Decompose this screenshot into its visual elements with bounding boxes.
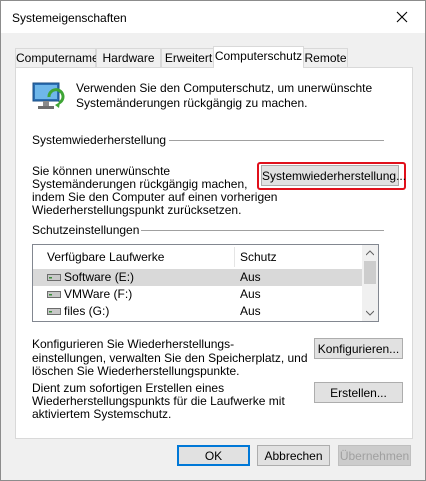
intro-line-1: Verwenden Sie den Computerschutz, um une… — [76, 81, 373, 95]
configure-text-3: löschen Sie Wiederherstellungspunkte. — [32, 364, 240, 378]
cancel-button[interactable]: Abbrechen — [257, 445, 330, 466]
scroll-thumb[interactable] — [364, 261, 376, 284]
tab-label: Remote — [304, 51, 347, 65]
tab-label: Hardware — [102, 51, 155, 65]
column-header-protection[interactable]: Schutz — [240, 245, 277, 269]
column-header-drives[interactable]: Verfügbare Laufwerke — [47, 245, 164, 269]
table-row[interactable]: VMWare (F:) Aus — [33, 286, 363, 303]
drives-list[interactable]: Verfügbare Laufwerke Schutz Software (E:… — [32, 244, 379, 322]
close-button[interactable] — [379, 1, 425, 33]
protection-divider — [141, 230, 384, 231]
tab-computername[interactable]: Computername — [15, 48, 99, 67]
table-row[interactable]: Software (E:) Aus — [33, 269, 363, 286]
restore-divider — [169, 140, 384, 141]
ok-button[interactable]: OK — [177, 445, 250, 466]
drive-name: VMWare (F:) — [64, 287, 133, 301]
tab-computerschutz[interactable]: Computerschutz — [213, 46, 304, 68]
create-button[interactable]: Erstellen... — [314, 382, 403, 403]
apply-button[interactable]: Übernehmen — [338, 445, 411, 466]
window-title: Systemeigenschaften — [12, 11, 127, 25]
restore-text-3: indem Sie den Computer auf einen vorheri… — [32, 190, 278, 204]
title-bar: Systemeigenschaften — [1, 1, 425, 33]
close-icon — [396, 11, 408, 23]
drive-icon — [47, 291, 61, 298]
configure-button[interactable]: Konfigurieren... — [314, 338, 403, 359]
table-row[interactable]: files (G:) Aus — [33, 303, 363, 320]
scroll-down-icon[interactable] — [366, 310, 374, 316]
tab-hardware[interactable]: Hardware — [96, 48, 161, 67]
scroll-up-icon[interactable] — [366, 250, 374, 256]
configure-text-2: einstellungen, verwalten Sie den Speiche… — [32, 351, 308, 365]
configure-text-1: Konfigurieren Sie Wiederherstellungs- — [32, 337, 235, 351]
drive-protection-status: Aus — [240, 270, 261, 284]
drive-icon — [47, 274, 61, 281]
system-protection-icon — [32, 82, 65, 109]
column-separator — [234, 247, 235, 267]
create-text-3: aktiviertem Systemschutz. — [32, 407, 172, 421]
protection-heading: Schutzeinstellungen — [32, 223, 140, 237]
tab-label: Computername — [16, 51, 99, 65]
create-text-1: Dient zum sofortigen Erstellen eines — [32, 381, 225, 395]
restore-text-4: Wiederherstellungspunkt zurücksetzen. — [32, 203, 242, 217]
restore-text-1: Sie können unerwünschte — [32, 164, 171, 178]
drive-name: Software (E:) — [64, 270, 135, 284]
tab-remote[interactable]: Remote — [303, 48, 348, 67]
tab-erweitert[interactable]: Erweitert — [161, 48, 216, 67]
tab-label: Erweitert — [164, 51, 213, 65]
system-restore-button[interactable]: Systemwiederherstellung... — [261, 165, 406, 186]
restore-text-2: Systemänderungen rückgängig machen, — [32, 177, 248, 191]
system-properties-window: Systemeigenschaften Computername Hardwar… — [0, 0, 426, 481]
drive-name: files (G:) — [64, 304, 110, 318]
vertical-scrollbar[interactable] — [362, 245, 378, 321]
intro-line-2: Systemänderungen rückgängig zu machen. — [76, 96, 308, 110]
drive-protection-status: Aus — [240, 287, 261, 301]
drive-icon — [47, 308, 61, 315]
tab-label: Computerschutz — [214, 49, 303, 63]
restore-heading: Systemwiederherstellung — [32, 133, 167, 147]
drive-protection-status: Aus — [240, 304, 261, 318]
create-text-2: Wiederherstellungspunkts für die Laufwer… — [32, 394, 285, 408]
